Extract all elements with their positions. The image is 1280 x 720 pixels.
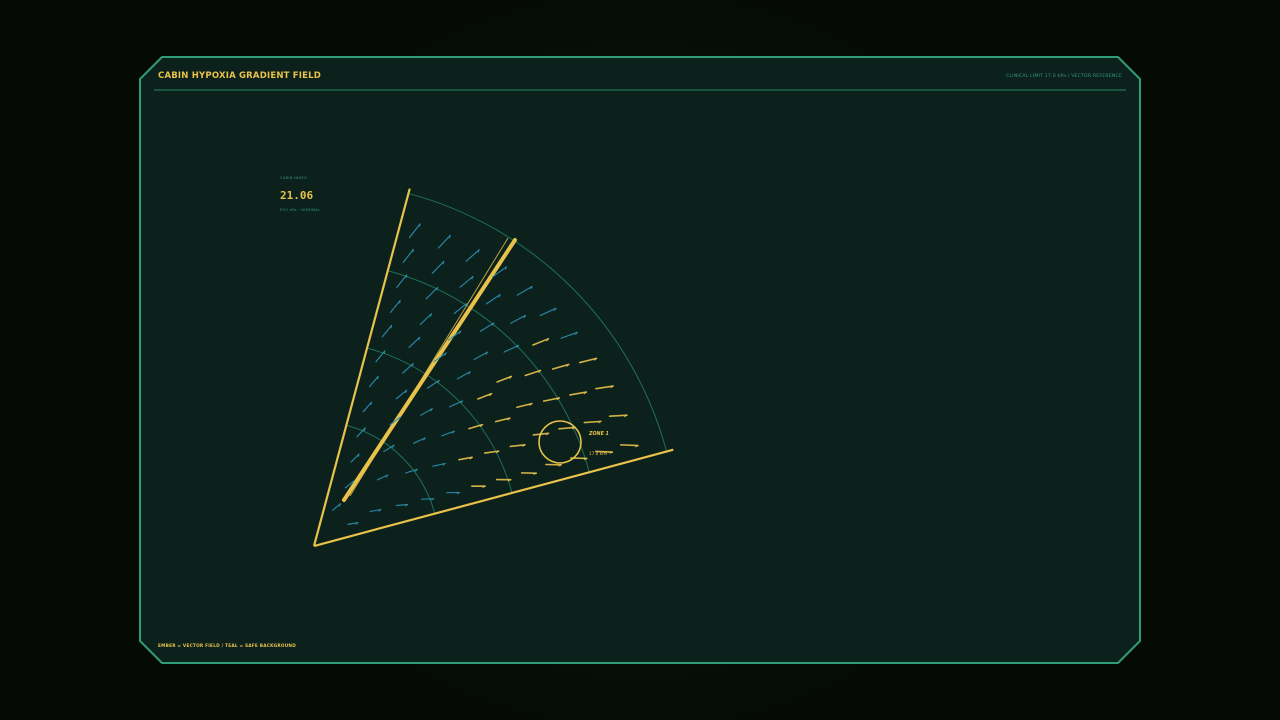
vector-arrow-head <box>399 300 401 304</box>
readout-label: CABIN INDEX <box>280 176 307 180</box>
panel-title: CABIN HYPOXIA GRADIENT FIELD <box>158 71 322 81</box>
zone-marker-value: 17.0 kPa <box>589 451 607 456</box>
panel-subtitle: CLINICAL LIMIT 17.0 kPa / VECTOR REFEREN… <box>1006 74 1122 79</box>
readout-value: 21.06 <box>280 189 314 202</box>
vector-arrow-head <box>390 325 393 329</box>
vector-arrow <box>619 444 639 447</box>
vector-arrow-head <box>383 350 386 354</box>
hud-stage: CABIN HYPOXIA GRADIENT FIELD CLINICAL LI… <box>0 0 1280 720</box>
vector-arrow-head <box>405 274 408 278</box>
hud-panel <box>139 56 1141 664</box>
footer-legend: EMBER = VECTOR FIELD / TEAL = SAFE BACKG… <box>158 644 296 649</box>
vector-arrow-head <box>370 401 373 406</box>
vector-arrow <box>421 498 435 500</box>
zone-marker-label: ZONE 1 <box>589 432 609 437</box>
vector-arrow-head <box>377 376 379 380</box>
readout-sublabel: PO2 kPa · NOMINAL <box>280 208 321 212</box>
vector-arrow <box>608 414 628 417</box>
vector-arrow-head <box>363 427 366 431</box>
vector-arrow <box>583 420 602 424</box>
panel-frame <box>139 56 1141 664</box>
